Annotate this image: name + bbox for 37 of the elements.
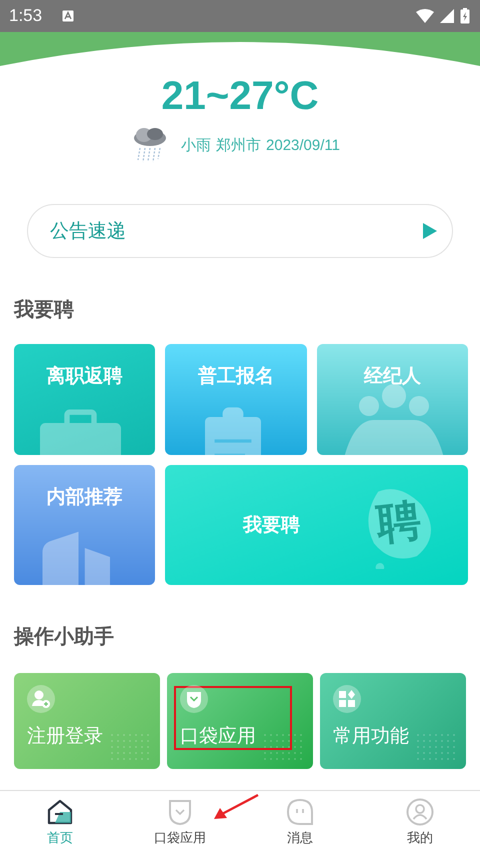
notice-bar[interactable]: 公告速递 [27,204,453,258]
weather-condition: 小雨 [181,136,212,154]
dot-pattern [263,733,303,761]
dot-pattern [110,733,150,761]
bubble-character: 聘 [374,494,424,552]
dot-pattern [416,733,456,761]
pocket-icon [166,798,194,826]
helper-card[interactable]: 注册登录 [14,673,160,769]
hiring-tile[interactable]: 我要聘 聘 [165,465,468,585]
temperature-range: 21~27°C [161,73,319,120]
clock-time: 1:53 [9,6,42,26]
wifi-icon [416,9,434,23]
hiring-tile[interactable]: 普工报名 [165,344,307,455]
person-icon [406,798,434,826]
home-icon [46,798,74,826]
keyboard-icon [62,10,74,22]
user-plus-icon [27,685,55,713]
section-title: 我要聘 [14,296,75,322]
shapes-icon [333,685,361,713]
battery-icon [460,8,470,24]
nav-tab[interactable]: 我的 [360,791,480,853]
notice-title: 公告速递 [50,219,127,244]
hiring-tile[interactable]: 内部推荐 [14,465,155,585]
pocket-icon [180,685,208,713]
date-label: 2023/09/11 [266,136,340,154]
city-name: 郑州市 [216,136,262,154]
chat-bubble-icon [286,798,314,826]
nav-tab[interactable]: 口袋应用 [120,791,240,853]
nav-tab[interactable]: 消息 [240,791,360,853]
nav-tab[interactable]: 首页 [0,791,120,853]
section-title: 操作小助手 [14,623,115,649]
helper-card[interactable]: 口袋应用 [167,673,313,769]
hiring-tile[interactable]: 离职返聘 [14,344,155,455]
helper-card[interactable]: 常用功能 [320,673,466,769]
signal-icon [440,9,454,23]
play-icon [423,223,437,239]
hiring-tile[interactable]: 经纪人 [317,344,468,455]
